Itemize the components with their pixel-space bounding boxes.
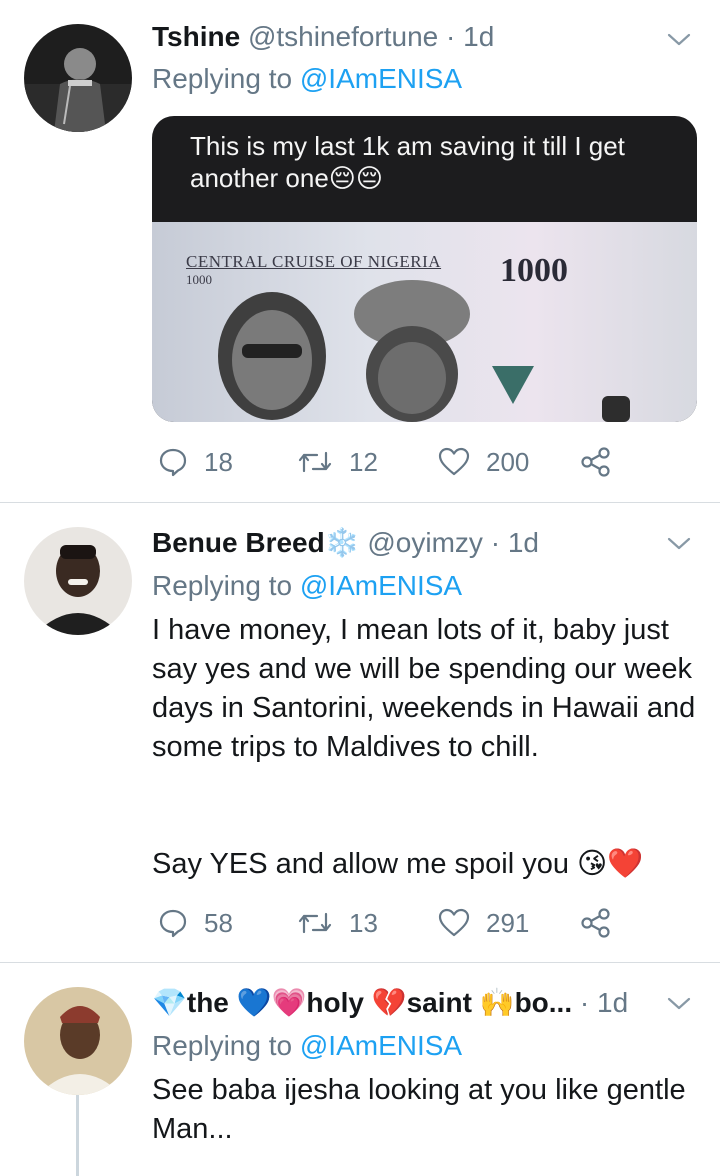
timestamp[interactable]: 1d [597, 987, 628, 1018]
retweet-button[interactable]: 13 [297, 903, 378, 943]
timestamp[interactable]: 1d [463, 21, 494, 52]
retweet-count: 12 [349, 446, 378, 477]
chevron-down-icon[interactable] [666, 990, 692, 1016]
like-count: 200 [486, 446, 530, 477]
replying-prefix: Replying to [152, 570, 293, 601]
reply-button[interactable]: 58 [158, 903, 233, 943]
like-count: 291 [486, 907, 530, 938]
author-handle[interactable]: @oyimzy [367, 527, 483, 558]
banknote-small-value: 1000 [186, 272, 212, 287]
mention-link[interactable]: @IAmENISA [300, 1030, 462, 1061]
banknote-portraits [218, 280, 630, 422]
share-icon [581, 908, 610, 938]
reply-icon [159, 448, 187, 477]
share-button[interactable] [580, 903, 612, 943]
replying-to: Replying to @IAmENISA [152, 569, 462, 603]
author-name[interactable]: Tshine [152, 21, 240, 52]
replying-prefix: Replying to [152, 1030, 293, 1061]
mention-link[interactable]: @IAmENISA [300, 63, 462, 94]
reply-button[interactable]: 18 [158, 442, 233, 482]
attached-image[interactable]: This is my last 1k am saving it till I g… [152, 116, 697, 422]
retweet-icon [298, 912, 332, 934]
author-name[interactable]: Benue Breed [152, 527, 325, 558]
reply-count: 18 [204, 446, 233, 477]
banknote-title: CENTRAL CRUISE OF NIGERIA [186, 252, 442, 271]
share-button[interactable] [580, 442, 612, 482]
tweet-1[interactable]: Tshine @tshinefortune · 1d Replying to @… [0, 0, 720, 502]
tweet-actions: 18 12 200 [152, 442, 622, 482]
reply-icon [159, 909, 187, 938]
separator: · [579, 987, 590, 1018]
retweet-count: 13 [349, 907, 378, 938]
banknote-image: CENTRAL CRUISE OF NIGERIA 1000 1000 [152, 222, 697, 422]
like-button[interactable]: 200 [438, 442, 529, 482]
reply-count: 58 [204, 907, 233, 938]
tweet-2[interactable]: Benue Breed❄️ @oyimzy · 1d Replying to @… [0, 503, 720, 962]
retweet-button[interactable]: 12 [297, 442, 378, 482]
tweet-3[interactable]: 💎the 💙💗holy 💔saint 🙌bo... · 1d Replying … [0, 963, 720, 1176]
replying-prefix: Replying to [152, 63, 293, 94]
tweet-actions: 58 13 291 [152, 903, 622, 943]
chevron-down-icon[interactable] [666, 530, 692, 556]
replying-to: Replying to @IAmENISA [152, 62, 462, 96]
author-handle[interactable]: @tshinefortune [248, 21, 438, 52]
separator: · [446, 21, 456, 52]
thread-line [76, 1095, 79, 1176]
snowflake-icon: ❄️ [324, 527, 360, 558]
heart-icon [438, 908, 470, 937]
share-icon [581, 447, 610, 477]
avatar[interactable] [24, 987, 132, 1095]
tweet-text: I have money, I mean lots of it, baby ju… [152, 614, 696, 763]
replying-to: Replying to @IAmENISA [152, 1029, 462, 1063]
tweet-text-2: Say YES and allow me spoil you 😘❤️ [152, 848, 644, 880]
heart-icon [438, 447, 470, 476]
retweet-icon [298, 451, 332, 473]
image-caption: This is my last 1k am saving it till I g… [190, 131, 625, 193]
author-name[interactable]: 💎the 💙💗holy 💔saint 🙌bo... [152, 987, 572, 1018]
chevron-down-icon[interactable] [666, 26, 692, 52]
timestamp[interactable]: 1d [508, 527, 539, 558]
avatar[interactable] [24, 527, 132, 635]
tweet-text: See baba ijesha looking at you like gent… [152, 1074, 686, 1145]
mention-link[interactable]: @IAmENISA [300, 570, 462, 601]
avatar[interactable] [24, 24, 132, 132]
like-button[interactable]: 291 [438, 903, 529, 943]
separator: · [490, 527, 501, 558]
